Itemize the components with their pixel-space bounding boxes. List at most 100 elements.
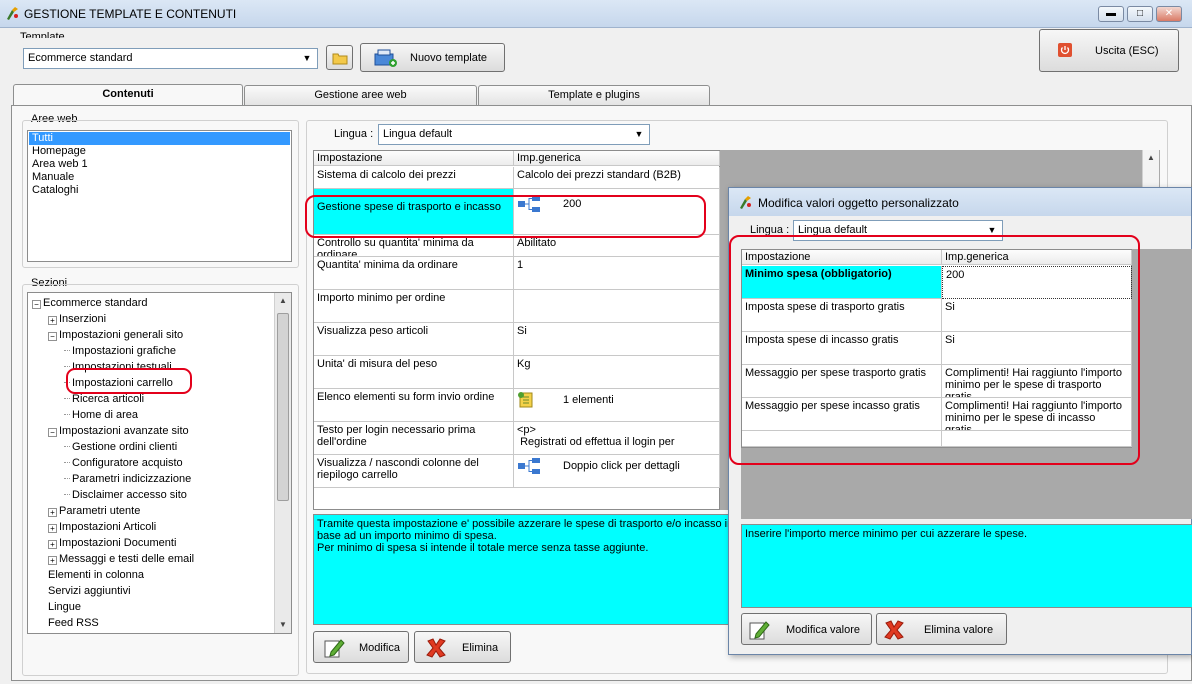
grid-cell-name[interactable]: Importo minimo per ordine — [314, 290, 514, 323]
tree-connector — [64, 398, 70, 399]
template-select[interactable]: Ecommerce standard ▼ — [23, 48, 318, 69]
tab-template-plugins[interactable]: Template e plugins — [478, 85, 710, 105]
grid-cell-value[interactable]: Abilitato — [514, 235, 720, 257]
grid-cell-value[interactable]: Calcolo dei prezzi standard (B2B) — [514, 167, 720, 189]
tab-contenuti[interactable]: Contenuti — [13, 84, 243, 106]
tree-item[interactable]: Elementi in colonna — [48, 567, 144, 583]
app-icon — [7, 7, 18, 20]
grid-cell-value[interactable]: 1 elementi — [514, 389, 720, 422]
tree-item-label: Disclaimer accesso sito — [72, 489, 187, 501]
elimina-valore-label: Elimina valore — [924, 624, 994, 636]
aree-web-list[interactable]: Tutti Homepage Area web 1 Manuale Catalo… — [27, 130, 292, 262]
folder-icon — [332, 53, 348, 65]
grid-cell-value-text: 1 elementi — [563, 393, 614, 406]
scroll-up-icon[interactable]: ▲ — [275, 293, 291, 309]
tree-item-label: Lingue — [48, 601, 82, 613]
exit-button[interactable]: Uscita (ESC) — [1039, 29, 1179, 72]
grid-cell-name[interactable]: Testo per login necessario prima dell'or… — [314, 422, 514, 455]
lingua-select-value: Lingua default — [383, 128, 453, 140]
sezioni-tree[interactable]: − Ecommerce standard + Inserzioni − Impostazi… — [27, 292, 292, 634]
tree-connector — [64, 446, 70, 447]
list-item[interactable]: Tutti — [29, 132, 290, 145]
modifica-button[interactable]: Modifica — [313, 631, 409, 663]
grid-cell-value[interactable] — [514, 290, 720, 323]
close-button[interactable]: ✕ — [1156, 6, 1182, 22]
sezioni-scrollbar[interactable]: ▲ ▼ — [274, 293, 291, 633]
edit-icon — [749, 621, 770, 640]
lingua-label: Lingua : — [334, 128, 374, 140]
grid-cell-name[interactable]: Quantita' minima da ordinare — [314, 257, 514, 290]
tree-item[interactable]: Feed RSS — [48, 615, 99, 631]
tree-item[interactable]: Disclaimer accesso sito — [64, 487, 187, 503]
tree-item[interactable]: Configuratore acquisto — [64, 455, 183, 471]
grid-cell-name[interactable]: Sistema di calcolo dei prezzi — [314, 167, 514, 189]
scroll-thumb[interactable] — [277, 313, 289, 501]
list-item[interactable]: Cataloghi — [29, 184, 290, 197]
tree-item-label: Impostazioni grafiche — [72, 345, 176, 357]
tree-item[interactable]: + Messaggi e testi delle email — [48, 551, 194, 567]
grid-cell-name[interactable]: Visualizza peso articoli — [314, 323, 514, 356]
edit-icon — [324, 639, 345, 658]
list-item[interactable]: Area web 1 — [29, 158, 290, 171]
collapse-icon[interactable]: − — [48, 428, 57, 437]
tree-item-label: Statistiche — [48, 633, 99, 634]
collapse-icon[interactable]: − — [32, 300, 41, 309]
list-item[interactable]: Manuale — [29, 171, 290, 184]
power-icon — [1058, 43, 1072, 57]
grid-cell-name[interactable]: Unita' di misura del peso — [314, 356, 514, 389]
tree-item-label: Gestione ordini clienti — [72, 441, 178, 453]
new-template-label: Nuovo template — [410, 52, 488, 64]
tab-contenuti-label: Contenuti — [102, 88, 154, 100]
elimina-button[interactable]: Elimina — [414, 631, 511, 663]
grid-cell-name[interactable]: Elenco elementi su form invio ordine — [314, 389, 514, 422]
tree-item[interactable]: Lingue — [48, 599, 81, 615]
collapse-icon[interactable]: − — [48, 332, 57, 341]
tree-item[interactable]: + Impostazioni Articoli — [48, 519, 156, 535]
grid-cell-value[interactable]: Kg — [514, 356, 720, 389]
tree-item[interactable]: Servizi aggiuntivi — [48, 583, 131, 599]
lingua-select[interactable]: Lingua default ▼ — [378, 124, 650, 145]
grid-cell-value[interactable]: Si — [514, 323, 720, 356]
tree-item-label: Ecommerce standard — [43, 297, 148, 309]
grid-cell-value-text: Calcolo dei prezzi standard (B2B) — [517, 169, 681, 181]
open-folder-button[interactable] — [326, 45, 353, 70]
expand-icon[interactable]: + — [48, 540, 57, 549]
new-template-icon — [374, 49, 397, 67]
maximize-icon: □ — [1136, 8, 1144, 19]
template-select-value: Ecommerce standard — [28, 52, 133, 64]
tree-item[interactable]: Statistiche — [48, 631, 99, 634]
tree-icon — [518, 458, 540, 474]
tree-item[interactable]: − Impostazioni generali sito — [48, 327, 183, 343]
minimize-button[interactable]: ▬ — [1098, 6, 1124, 22]
grid-cell-value[interactable]: <p> Registrati od effettua il login per — [514, 422, 720, 455]
tree-item[interactable]: Impostazioni grafiche — [64, 343, 176, 359]
tree-item-label: Feed RSS — [48, 617, 99, 629]
expand-icon[interactable]: + — [48, 556, 57, 565]
expand-icon[interactable]: + — [48, 508, 57, 517]
grid-cell-value-text: Kg — [517, 358, 531, 370]
modifica-valore-button[interactable]: Modifica valore — [741, 613, 872, 645]
grid-cell-name[interactable]: Controllo su quantita' minima da ordinar… — [314, 235, 514, 257]
maximize-button[interactable]: □ — [1127, 6, 1153, 22]
expand-icon[interactable]: + — [48, 524, 57, 533]
tab-gestione-aree-web[interactable]: Gestione aree web — [244, 85, 477, 105]
scroll-down-icon[interactable]: ▼ — [275, 617, 291, 633]
tree-item[interactable]: Gestione ordini clienti — [64, 439, 177, 455]
tree-item[interactable]: Home di area — [64, 407, 138, 423]
grid-cell-value[interactable]: 1 — [514, 257, 720, 290]
grid-cell-value[interactable]: Doppio click per dettagli — [514, 455, 720, 488]
tree-item[interactable]: + Parametri utente — [48, 503, 140, 519]
tree-item[interactable]: + Impostazioni Documenti — [48, 535, 176, 551]
tree-item[interactable]: + Inserzioni — [48, 311, 106, 327]
tree-item[interactable]: − Impostazioni avanzate sito — [48, 423, 189, 439]
tree-item[interactable]: Parametri indicizzazione — [64, 471, 191, 487]
new-template-button[interactable]: Nuovo template — [360, 43, 505, 72]
scroll-up-icon[interactable]: ▲ — [1143, 150, 1159, 166]
grid-cell-name[interactable]: Visualizza / nascondi colonne del riepil… — [314, 455, 514, 488]
expand-icon[interactable]: + — [48, 316, 57, 325]
grid-cell-value-text: 1 — [517, 259, 524, 271]
tree-item[interactable]: − Ecommerce standard — [32, 295, 148, 311]
elimina-valore-button[interactable]: Elimina valore — [876, 613, 1007, 645]
list-item[interactable]: Homepage — [29, 145, 290, 158]
dialog-titlebar: Modifica valori oggetto personalizzato — [729, 188, 1191, 216]
